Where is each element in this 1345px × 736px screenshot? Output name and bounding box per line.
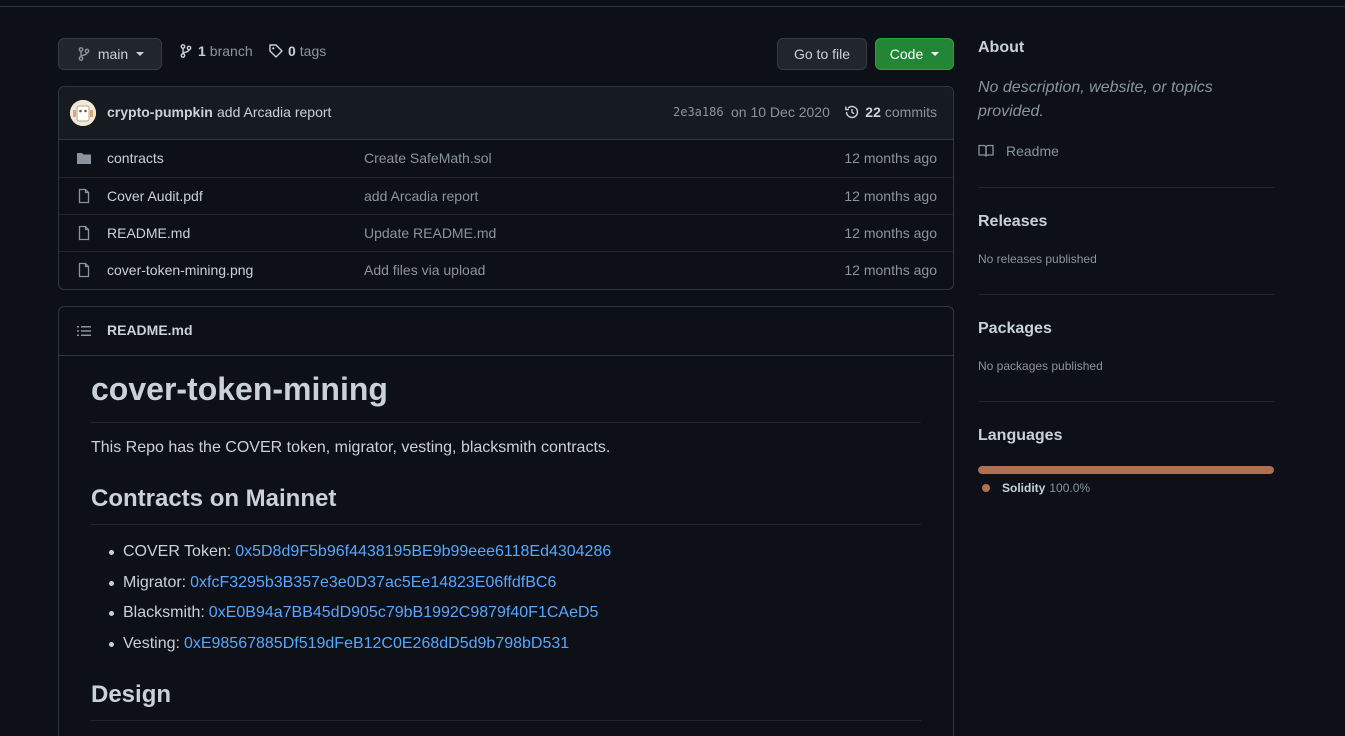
table-row[interactable]: README.md Update README.md 12 months ago (59, 214, 953, 251)
table-row[interactable]: Cover Audit.pdf add Arcadia report 12 mo… (59, 177, 953, 214)
section-heading: Design (91, 681, 172, 708)
file-commit-message[interactable]: add Arcadia report (364, 188, 478, 204)
packages-note: No packages published (978, 359, 1103, 373)
caret-down-icon (931, 52, 940, 56)
commit-sha[interactable]: 2e3a186 (673, 105, 724, 119)
commit-author[interactable]: crypto-pumpkin (107, 104, 213, 120)
about-description: No description, website, or topics provi… (978, 79, 1213, 120)
go-to-file-button[interactable]: Go to file (777, 38, 867, 70)
readme-header: README.md (59, 307, 953, 356)
language-percent: 100.0% (1049, 481, 1091, 495)
avatar[interactable] (70, 100, 96, 126)
commit-date: on 10 Dec 2020 (731, 104, 830, 120)
releases-title[interactable]: Releases (978, 213, 1047, 231)
branch-label: branch (209, 43, 253, 59)
divider (978, 401, 1274, 402)
commit-message[interactable]: add Arcadia report (217, 104, 331, 120)
list-item: Blacksmith: 0xE0B94a7BB45dD905c79bB1992C… (109, 604, 598, 622)
latest-commit-bar: crypto-pumpkin add Arcadia report 2e3a18… (59, 87, 953, 140)
language-color-dot (982, 484, 990, 492)
file-age: 12 months ago (844, 188, 937, 204)
about-title: About (978, 39, 1025, 56)
tag-icon (269, 44, 283, 58)
bullet (109, 549, 114, 555)
file-name[interactable]: README.md (107, 225, 190, 241)
file-commit-message[interactable]: Update README.md (364, 225, 496, 241)
readme-link[interactable]: Readme (978, 143, 1059, 159)
bullet (109, 610, 114, 616)
contract-label: Vesting: (123, 635, 180, 652)
file-age: 12 months ago (844, 225, 937, 241)
code-label: Code (889, 46, 924, 62)
readme-filename[interactable]: README.md (107, 322, 193, 338)
tag-label: tags (299, 43, 327, 59)
branches-link[interactable]: 1 branch (178, 43, 253, 59)
folder-icon (77, 153, 91, 164)
list-item: COVER Token: 0x5D8d9F5b96f4438195BE9b99e… (109, 543, 611, 561)
file-age: 12 months ago (844, 150, 937, 166)
language-name: Solidity (1002, 481, 1046, 495)
file-name[interactable]: contracts (107, 150, 164, 166)
bullet (109, 580, 114, 586)
releases-note: No releases published (978, 252, 1097, 266)
book-icon (978, 144, 994, 157)
contract-label: Blacksmith: (123, 604, 205, 621)
file-commit-message[interactable]: Create SafeMath.sol (364, 150, 492, 166)
language-bar-fill (978, 466, 1274, 474)
file-name[interactable]: Cover Audit.pdf (107, 188, 203, 204)
file-icon (78, 225, 90, 241)
contract-address-link[interactable]: 0xE98567885Df519dFeB12C0E268dD5d9b798bD5… (184, 635, 569, 653)
file-browser: crypto-pumpkin add Arcadia report 2e3a18… (58, 86, 954, 290)
top-border (0, 0, 1345, 7)
file-icon (78, 188, 90, 204)
contract-address-link[interactable]: 0xE0B94a7BB45dD905c79bB1992C9879f40F1CAe… (209, 604, 599, 622)
history-icon (845, 105, 859, 119)
contract-label: Migrator: (123, 574, 187, 591)
file-icon (78, 262, 90, 278)
contract-address-link[interactable]: 0x5D8d9F5b96f4438195BE9b99eee6118Ed43042… (235, 543, 611, 561)
section-heading: Contracts on Mainnet (91, 485, 337, 512)
bullet (109, 641, 114, 647)
git-branch-icon (180, 44, 192, 58)
table-row[interactable]: contracts Create SafeMath.sol 12 months … (59, 140, 953, 177)
readme-title: cover-token-mining (91, 371, 388, 407)
contract-address-link[interactable]: 0xfcF3295b3B357e3e0D37ac5Ee14823E06ffdfB… (190, 574, 556, 592)
readme-intro: This Repo has the COVER token, migrator,… (91, 439, 611, 456)
commits-label: commits (884, 104, 937, 120)
commits-link[interactable]: 22 commits (844, 104, 937, 120)
git-branch-icon (78, 47, 90, 61)
language-bar (978, 466, 1274, 474)
contract-label: COVER Token: (123, 543, 232, 560)
readme-link-label: Readme (1006, 143, 1059, 159)
list-icon[interactable] (76, 323, 92, 339)
branch-name: main (97, 46, 129, 62)
tags-link[interactable]: 0 tags (268, 43, 326, 59)
branch-selector-button[interactable]: main (58, 38, 162, 70)
tag-count: 0 (288, 43, 296, 59)
divider (91, 422, 921, 423)
divider (978, 294, 1274, 295)
divider (978, 187, 1274, 188)
table-row[interactable]: cover-token-mining.png Add files via upl… (59, 251, 953, 288)
divider (91, 524, 921, 525)
file-name[interactable]: cover-token-mining.png (107, 262, 253, 278)
file-age: 12 months ago (844, 262, 937, 278)
language-entry[interactable]: Solidity 100.0% (982, 481, 1090, 495)
file-commit-message[interactable]: Add files via upload (364, 262, 485, 278)
branch-count: 1 (198, 43, 206, 59)
code-button[interactable]: Code (875, 38, 954, 70)
readme-panel: README.md cover-token-mining This Repo h… (58, 306, 954, 736)
divider (91, 720, 921, 721)
packages-title[interactable]: Packages (978, 320, 1052, 338)
caret-down-icon (136, 52, 145, 56)
list-item: Vesting: 0xE98567885Df519dFeB12C0E268dD5… (109, 635, 569, 653)
commit-count: 22 (865, 104, 881, 120)
avatar-image (70, 100, 96, 126)
languages-title: Languages (978, 427, 1063, 444)
list-item: Migrator: 0xfcF3295b3B357e3e0D37ac5Ee148… (109, 574, 556, 592)
